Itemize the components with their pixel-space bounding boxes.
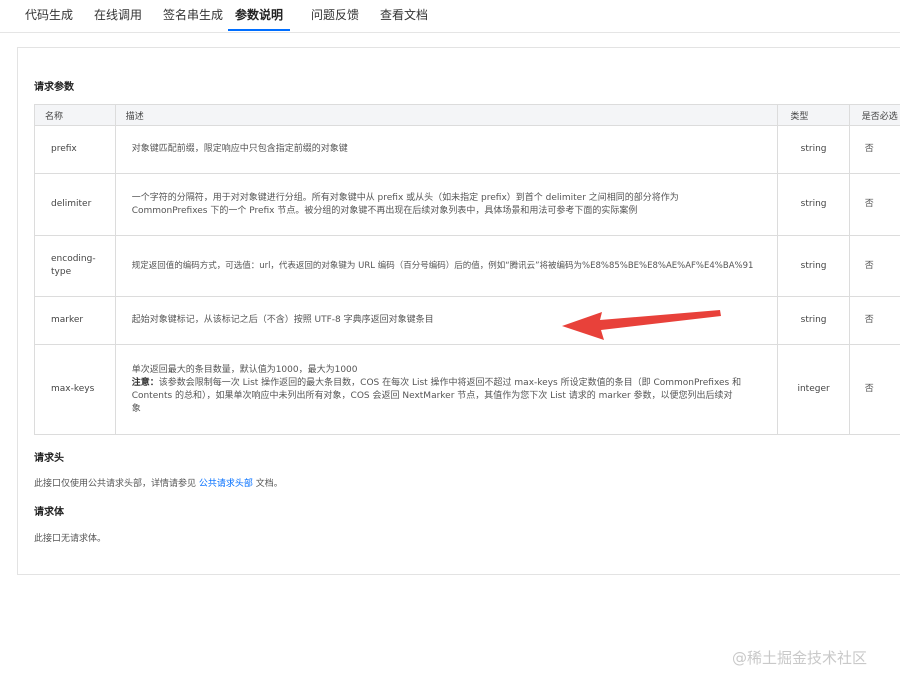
tab-view-docs[interactable]: 查看文档	[380, 0, 428, 31]
tab-feedback[interactable]: 问题反馈	[311, 0, 359, 31]
param-desc-line: 单次返回最大的条目数量，默认值为1000，最大为1000	[131, 364, 358, 375]
arrow-shape	[562, 310, 721, 340]
params-table: 名称 描述 类型 是否必选 prefix 对象键匹配前缀，限定响应中只包含指定前…	[34, 104, 900, 435]
note-text: 该参数会限制每一次 List 操作返回的最大条目数，COS 在每次 List 操…	[158, 377, 742, 388]
header-type: 类型	[777, 104, 850, 126]
request-params-title: 请求参数	[34, 82, 74, 93]
param-required: 否	[848, 125, 900, 174]
param-name: max-keys	[34, 344, 116, 435]
table-row: prefix 对象键匹配前缀，限定响应中只包含指定前缀的对象键 string 否	[34, 125, 900, 174]
table-header-row: 名称 描述 类型 是否必选	[34, 104, 900, 126]
table-row: max-keys 单次返回最大的条目数量，默认值为1000，最大为1000 注意…	[34, 344, 900, 435]
param-name: encoding- type	[34, 235, 116, 297]
public-headers-link[interactable]: 公共请求头部	[199, 479, 253, 489]
header-desc: 描述	[114, 104, 779, 126]
param-name: delimiter	[34, 173, 116, 236]
param-name: prefix	[34, 125, 116, 174]
request-headers-title: 请求头	[34, 453, 64, 464]
param-type: string	[777, 235, 850, 297]
param-required: 否	[848, 296, 900, 345]
tab-param-docs[interactable]: 参数说明	[228, 0, 291, 31]
request-body-text: 此接口无请求体。	[34, 534, 107, 544]
table-row: encoding- type 规定返回值的编码方式，可选值：url，代表返回的对…	[34, 235, 900, 297]
param-type: string	[777, 125, 850, 174]
param-required: 否	[848, 173, 900, 236]
param-name-line: type	[51, 267, 72, 277]
param-desc: 单次返回最大的条目数量，默认值为1000，最大为1000 注意：该参数会限制每一…	[114, 344, 779, 435]
table-row: delimiter 一个字符的分隔符，用于对对象键进行分组。所有对象键中从 pr…	[34, 173, 900, 236]
param-required: 否	[848, 235, 900, 297]
param-name-line: encoding-	[51, 254, 96, 264]
param-desc-line: 一个字符的分隔符，用于对对象键进行分组。所有对象键中从 prefix 或从头（如…	[131, 192, 679, 203]
param-name: marker	[34, 296, 116, 345]
request-headers-text: 此接口仅使用公共请求头部，详情请参见 公共请求头部 文档。	[34, 476, 283, 489]
request-body-title: 请求体	[34, 507, 64, 518]
param-desc: 一个字符的分隔符，用于对对象键进行分组。所有对象键中从 prefix 或从头（如…	[114, 173, 779, 236]
red-arrow-annotation	[562, 310, 721, 340]
param-desc: 规定返回值的编码方式，可选值：url，代表返回的对象键为 URL 编码（百分号编…	[114, 235, 779, 297]
param-desc-line: 象	[131, 403, 141, 414]
table-row: marker 起始对象键标记，从该标记之后（不含）按照 UTF-8 字典序返回对…	[34, 296, 900, 345]
param-desc: 对象键匹配前缀，限定响应中只包含指定前缀的对象键	[114, 125, 779, 174]
param-desc-line: Contents 的总和），如果单次响应中未列出所有对象，COS 会返回 Nex…	[131, 390, 733, 401]
headers-text-after: 文档。	[252, 479, 283, 489]
param-type: string	[777, 173, 850, 236]
param-type: integer	[777, 344, 850, 435]
headers-text-before: 此接口仅使用公共请求头部，详情请参见	[34, 479, 199, 489]
note-label: 注意：	[131, 377, 159, 388]
param-required: 否	[848, 344, 900, 435]
param-type: string	[777, 296, 850, 345]
watermark: @稀土掘金技术社区	[732, 649, 868, 667]
param-desc-line: CommonPrefixes 下的一个 Prefix 节点。被分组的对象键不再出…	[131, 205, 638, 216]
param-desc-note: 注意：该参数会限制每一次 List 操作返回的最大条目数，COS 在每次 Lis…	[132, 377, 772, 390]
header-required: 是否必选	[848, 104, 900, 126]
tab-signature-gen[interactable]: 签名串生成	[163, 0, 223, 31]
tab-code-gen[interactable]: 代码生成	[25, 0, 73, 31]
header-name: 名称	[34, 104, 116, 126]
tab-online-call[interactable]: 在线调用	[94, 0, 142, 31]
tab-bar: 代码生成 在线调用 签名串生成 参数说明 问题反馈 查看文档	[0, 0, 900, 33]
